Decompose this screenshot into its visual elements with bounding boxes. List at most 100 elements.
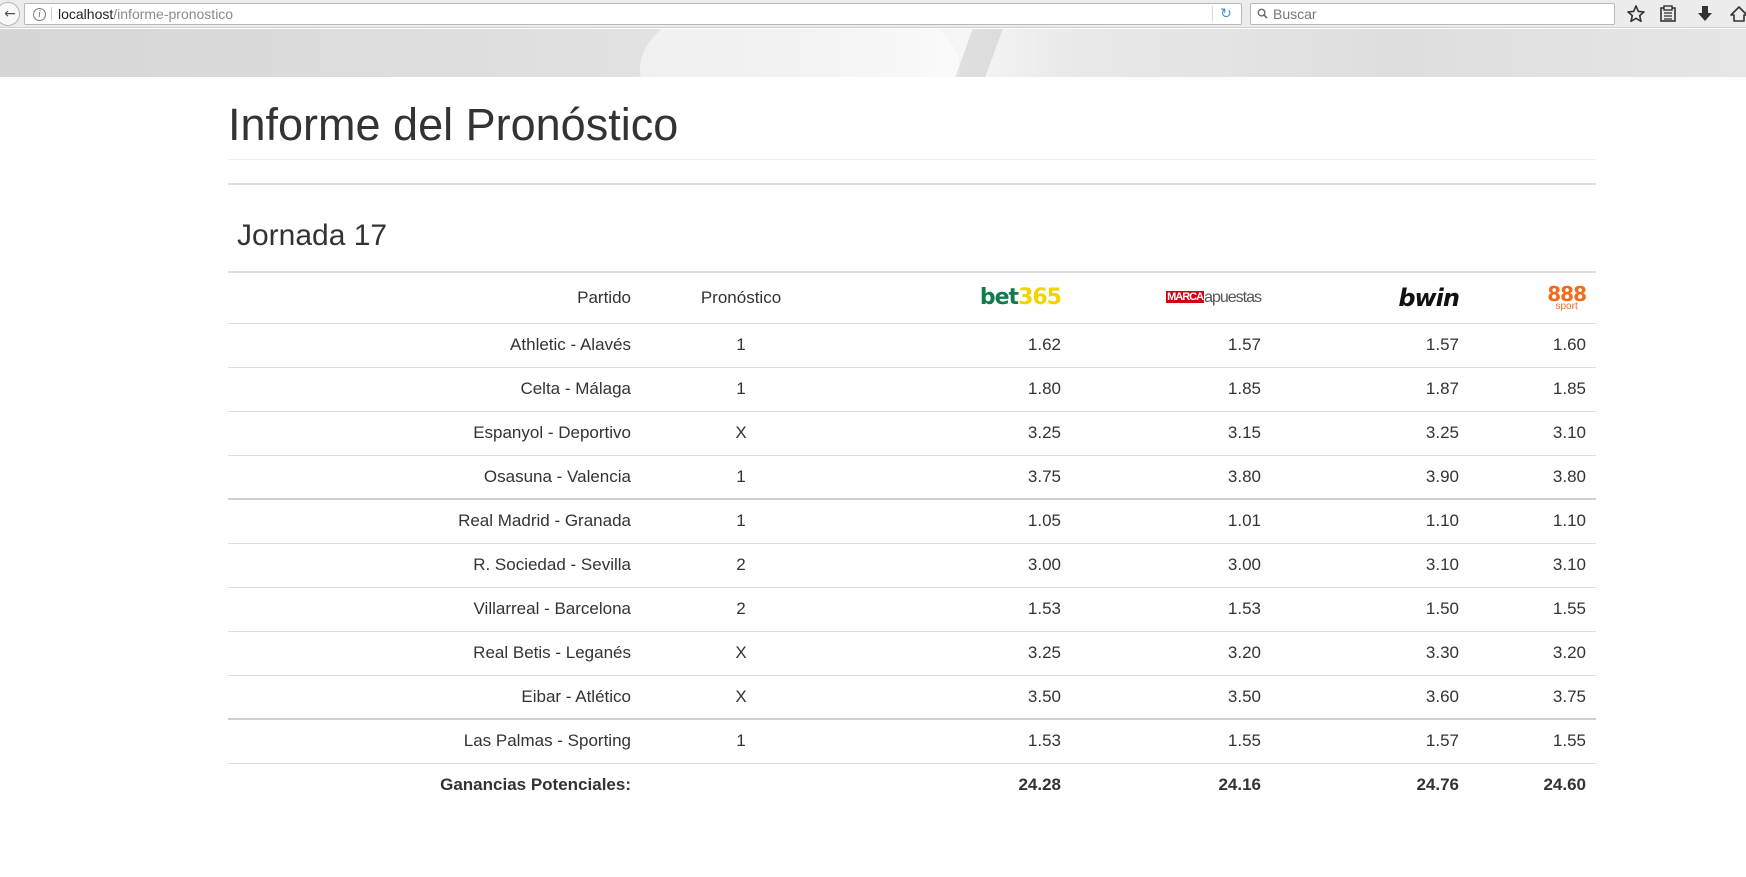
odds-cell: 3.15 [1071,410,1271,455]
table-row: Villarreal - Barcelona 2 1.53 1.53 1.50 1.55 [228,586,1596,631]
table-row: Athletic - Alavés 1 1.62 1.57 1.57 1.60 [228,322,1596,367]
odds-cell: 3.50 [1071,674,1271,719]
prediction-cell: 1 [641,718,841,763]
total-value: 24.16 [1071,762,1271,807]
table-row: Osasuna - Valencia 1 3.75 3.80 3.90 3.80 [228,454,1596,499]
table-header-row: Partido Pronóstico bet365 MARCAapuestas … [228,271,1596,323]
prediction-cell: 2 [641,586,841,631]
odds-cell: 1.57 [1271,718,1469,763]
table-row: Real Betis - Leganés X 3.25 3.20 3.30 3.20 [228,630,1596,675]
page-title: Informe del Pronóstico [228,99,679,150]
total-value: 24.76 [1271,762,1469,807]
odds-cell: 1.01 [1071,498,1271,543]
url-text[interactable]: localhost/informe-pronostico [58,6,233,22]
header-bookmaker: 888 sport [1469,271,1596,323]
total-value: 24.28 [841,762,1071,807]
prediction-cell: 1 [641,454,841,499]
prediction-cell: X [641,630,841,675]
table-row: Eibar - Atlético X 3.50 3.50 3.60 3.75 [228,674,1596,719]
prediction-cell: 1 [641,322,841,367]
match-cell: Las Palmas - Sporting [228,718,641,763]
odds-cell: 1.80 [841,366,1071,411]
match-cell: Eibar - Atlético [228,674,641,719]
odds-cell: 3.60 [1271,674,1469,719]
url-bar[interactable]: i localhost/informe-pronostico ↻ [24,3,1242,25]
download-icon[interactable] [1695,4,1715,24]
total-value: 24.60 [1469,762,1596,807]
odds-cell: 3.00 [841,542,1071,587]
url-host: localhost [58,6,114,22]
odds-cell: 3.20 [1071,630,1271,675]
search-icon [1257,8,1268,19]
header-bookmaker: bet365 [841,271,1071,323]
odds-cell: 3.20 [1469,630,1596,675]
odds-cell: 1.53 [841,586,1071,631]
odds-cell: 1.87 [1271,366,1469,411]
bet365-logo-part: 365 [1018,285,1062,311]
reader-icon[interactable] [1658,4,1678,24]
odds-cell: 1.62 [841,322,1071,367]
table-row: R. Sociedad - Sevilla 2 3.00 3.00 3.10 3.10 [228,542,1596,587]
prediction-cell: X [641,674,841,719]
header-banner [0,29,1746,77]
header-bookmaker: bwin [1271,271,1469,323]
reload-icon[interactable]: ↻ [1217,5,1235,23]
search-input[interactable] [1273,5,1603,23]
odds-cell: 1.55 [1469,586,1596,631]
match-cell: Real Betis - Leganés [228,630,641,675]
home-icon[interactable] [1729,4,1746,24]
marca-logo-part: apuestas [1204,289,1262,307]
url-path: /informe-pronostico [113,6,234,22]
odds-cell: 3.90 [1271,454,1469,499]
bet365-logo-part: bet [979,285,1019,311]
title-divider [228,159,1596,160]
round-title: Jornada 17 [237,219,388,252]
totals-empty-cell [641,762,841,807]
odds-cell: 1.57 [1271,322,1469,367]
table-row: Celta - Málaga 1 1.80 1.85 1.87 1.85 [228,366,1596,411]
odds-cell: 1.55 [1469,718,1596,763]
odds-cell: 3.10 [1271,542,1469,587]
prediction-cell: 2 [641,542,841,587]
marca-logo-part: MARCA [1166,291,1205,304]
match-cell: Celta - Málaga [228,366,641,411]
banner-decoration [640,29,960,77]
bwin-logo: bwin [1398,283,1460,312]
odds-cell: 3.00 [1071,542,1271,587]
odds-cell: 3.80 [1469,454,1596,499]
header-match: Partido [228,271,641,323]
odds-cell: 1.57 [1071,322,1271,367]
table-row: Las Palmas - Sporting 1 1.53 1.55 1.57 1.55 [228,718,1596,763]
section-divider [228,183,1596,185]
header-bookmaker: MARCAapuestas [1071,271,1271,323]
odds-cell: 3.50 [841,674,1071,719]
odds-cell: 1.60 [1469,322,1596,367]
browser-toolbar: ← i localhost/informe-pronostico ↻ [0,0,1746,28]
odds-cell: 1.50 [1271,586,1469,631]
odds-cell: 1.85 [1071,366,1271,411]
back-arrow-icon[interactable]: ← [0,2,20,26]
url-separator [51,7,52,21]
odds-cell: 1.10 [1271,498,1469,543]
odds-cell: 1.53 [1071,586,1271,631]
match-cell: Espanyol - Deportivo [228,410,641,455]
888sport-logo: 888 sport [1547,284,1587,312]
odds-cell: 3.10 [1469,542,1596,587]
odds-cell: 3.25 [841,410,1071,455]
match-cell: Osasuna - Valencia [228,454,641,499]
match-cell: R. Sociedad - Sevilla [228,542,641,587]
odds-cell: 3.30 [1271,630,1469,675]
odds-cell: 3.25 [1271,410,1469,455]
marca-apuestas-logo: MARCAapuestas [1166,289,1262,307]
odds-cell: 1.55 [1071,718,1271,763]
prediction-cell: 1 [641,366,841,411]
totals-row: Ganancias Potenciales: 24.28 24.16 24.76… [228,762,1596,807]
odds-cell: 3.80 [1071,454,1271,499]
odds-cell: 1.10 [1469,498,1596,543]
bookmark-star-icon[interactable] [1626,4,1646,24]
url-divider [1212,6,1213,22]
info-icon[interactable]: i [33,8,46,21]
match-cell: Real Madrid - Granada [228,498,641,543]
search-bar[interactable] [1250,3,1615,25]
match-cell: Villarreal - Barcelona [228,586,641,631]
